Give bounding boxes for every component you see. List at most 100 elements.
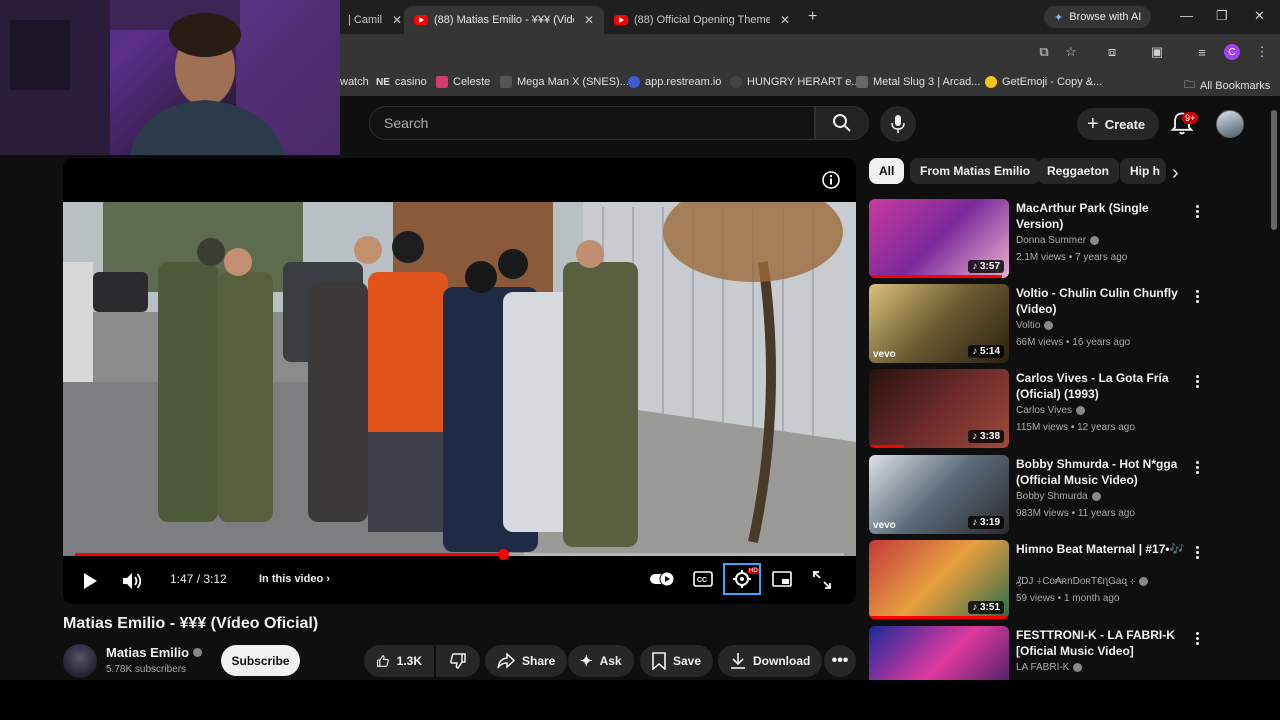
close-tab-icon[interactable]: ✕ bbox=[780, 13, 790, 27]
search-button[interactable] bbox=[815, 106, 869, 140]
recommendation-title[interactable]: Bobby Shmurda - Hot N*gga (Official Musi… bbox=[1016, 456, 1186, 488]
user-avatar[interactable] bbox=[1216, 110, 1244, 138]
bookmark-item[interactable]: app.restream.io bbox=[628, 76, 721, 88]
dislike-button[interactable] bbox=[436, 645, 480, 677]
browser-tab-active[interactable]: (88) Matias Emilio - ¥¥¥ (Video ✕ bbox=[404, 6, 604, 34]
browser-tab[interactable]: (88) Official Opening Theme So ✕ bbox=[604, 6, 800, 34]
recommendation-thumbnail[interactable]: ♪ 3:57 bbox=[869, 199, 1009, 278]
close-window-icon[interactable]: ✕ bbox=[1254, 8, 1265, 24]
chip-from-channel[interactable]: From Matias Emilio bbox=[910, 158, 1041, 184]
ask-button[interactable]: ✦ Ask bbox=[568, 645, 634, 677]
autoplay-toggle[interactable] bbox=[649, 571, 675, 587]
recommendation-title[interactable]: Voltio - Chulin Culin Chunfly (Video) bbox=[1016, 285, 1186, 317]
minimize-icon[interactable]: — bbox=[1180, 8, 1193, 23]
volume-button[interactable] bbox=[122, 571, 144, 591]
close-tab-icon[interactable]: ✕ bbox=[584, 13, 594, 27]
recommendation-thumbnail[interactable]: ♪ 3:51 bbox=[869, 540, 1009, 619]
maximize-icon[interactable]: ❐ bbox=[1216, 8, 1228, 24]
media-controls-icon[interactable]: ≡ bbox=[1194, 44, 1210, 60]
settings-button[interactable]: HD bbox=[723, 563, 761, 595]
bookmark-item[interactable]: Metal Slug 3 | Arcad... bbox=[856, 76, 980, 88]
recommendation-channel[interactable]: ₰DJ ⍭Co₳ʀnDᴏʀT€ɳGaɋ ⊹ bbox=[1016, 576, 1149, 587]
download-button[interactable]: Download bbox=[718, 645, 823, 677]
recommendation-thumbnail[interactable]: vevo ♪ 3:19 bbox=[869, 455, 1009, 534]
save-button[interactable]: Save bbox=[640, 645, 714, 677]
more-vertical-icon[interactable] bbox=[1190, 286, 1204, 306]
browse-with-ai-button[interactable]: ✦ Browse with AI bbox=[1044, 6, 1152, 28]
bookmark-label: Metal Slug 3 | Arcad... bbox=[873, 76, 981, 88]
bookmark-item[interactable]: Mega Man X (SNES)... bbox=[500, 76, 629, 88]
more-vertical-icon[interactable] bbox=[1190, 628, 1204, 648]
recommendation-channel[interactable]: Bobby Shmurda bbox=[1016, 491, 1101, 502]
subscribe-button[interactable]: Subscribe bbox=[221, 645, 300, 676]
video-player[interactable]: 1:47 / 3:12 In this video › CC HD bbox=[63, 158, 856, 604]
chevron-right-icon[interactable]: › bbox=[1172, 162, 1179, 185]
watched-progress-bar bbox=[869, 616, 1009, 619]
recommendation-thumbnail[interactable]: ♪ 3:38 bbox=[869, 369, 1009, 448]
recommendation-item[interactable]: vevo ♪ 5:14 Voltio - Chulin Culin Chunfly … bbox=[869, 284, 1209, 366]
chip-hip-hop[interactable]: Hip h bbox=[1120, 158, 1166, 184]
recommendation-title[interactable]: Carlos Vives - La Gota Fría (Oficial) (1… bbox=[1016, 370, 1186, 402]
search-input[interactable]: Search bbox=[369, 106, 815, 140]
chip-all[interactable]: All bbox=[869, 158, 905, 184]
more-vertical-icon[interactable] bbox=[1190, 201, 1204, 221]
like-button[interactable]: 1.3K bbox=[364, 645, 434, 677]
page-scrollbar[interactable] bbox=[1271, 110, 1277, 230]
install-app-icon[interactable]: ⧉ bbox=[1036, 44, 1052, 60]
recommendation-channel-label: ₰DJ ⍭Co₳ʀnDᴏʀT€ɳGaɋ ⊹ bbox=[1016, 576, 1136, 587]
recommendation-title[interactable]: FESTTRONI-K - LA FABRI-K [Oficial Music … bbox=[1016, 627, 1186, 659]
channel-name[interactable]: Matias Emilio bbox=[106, 645, 202, 660]
bookmark-item[interactable]: Celeste bbox=[436, 76, 490, 88]
bookmark-label: GetEmoji - Copy &... bbox=[1002, 76, 1103, 88]
recommendation-channel[interactable]: LA FABRI-K bbox=[1016, 662, 1083, 673]
recommendation-item[interactable]: vevo ♪ 3:19 Bobby Shmurda - Hot N*gga (Off… bbox=[869, 455, 1209, 537]
recommendation-channel[interactable]: Carlos Vives bbox=[1016, 405, 1085, 416]
recommendation-title[interactable]: MacArthur Park (Single Version) bbox=[1016, 200, 1186, 232]
duration-badge: ♪ 3:19 bbox=[968, 516, 1004, 529]
progress-bar[interactable] bbox=[75, 549, 844, 560]
close-tab-icon[interactable]: ✕ bbox=[392, 13, 402, 27]
more-actions-button[interactable]: ••• bbox=[824, 645, 856, 677]
captions-button[interactable]: CC bbox=[693, 571, 713, 587]
recommendation-item[interactable]: ♪ 3:38 Carlos Vives - La Gota Fría (Ofici… bbox=[869, 369, 1209, 451]
info-icon[interactable] bbox=[822, 171, 840, 189]
bookmark-item[interactable]: NE casino bbox=[376, 76, 427, 88]
all-bookmarks-button[interactable]: 🗀 All Bookmarks bbox=[1184, 76, 1270, 95]
channel-avatar[interactable] bbox=[63, 644, 97, 678]
in-this-video-button[interactable]: In this video › bbox=[259, 573, 330, 585]
browser-tab[interactable]: | Camil ✕ bbox=[338, 6, 404, 34]
bookmark-star-icon[interactable]: ☆ bbox=[1063, 44, 1079, 60]
extensions-icon[interactable]: ⧈ bbox=[1104, 44, 1120, 60]
save-label: Save bbox=[673, 654, 702, 668]
watched-progress-bar bbox=[869, 445, 904, 448]
music-note-icon: ♪ bbox=[972, 517, 980, 528]
chip-reggaeton[interactable]: Reggaeton bbox=[1037, 158, 1120, 184]
recommendation-item[interactable]: ♪ 3:57 MacArthur Park (Single Version) Don… bbox=[869, 199, 1209, 281]
browser-menu-icon[interactable]: ⋮ bbox=[1254, 44, 1270, 60]
create-button[interactable]: + Create bbox=[1077, 108, 1160, 140]
profile-avatar[interactable]: C bbox=[1224, 44, 1240, 60]
more-vertical-icon[interactable] bbox=[1190, 457, 1204, 477]
share-button[interactable]: Share bbox=[485, 645, 568, 677]
bookmark-item[interactable]: watch bbox=[340, 76, 369, 88]
play-button[interactable] bbox=[82, 572, 98, 590]
miniplayer-button[interactable] bbox=[772, 571, 792, 587]
bookmark-item[interactable]: HUNGRY HERART e... bbox=[730, 76, 861, 88]
new-tab-button[interactable]: + bbox=[808, 8, 817, 26]
video-frame[interactable] bbox=[63, 202, 856, 556]
more-vertical-icon[interactable] bbox=[1190, 542, 1204, 562]
recommendation-item[interactable]: ♪ 3:51 Himno Beat Maternal | #17•🎶 ₰DJ ⍭Co… bbox=[869, 540, 1209, 622]
split-view-icon[interactable]: ▣ bbox=[1149, 44, 1165, 60]
recommendation-channel[interactable]: Donna Summer bbox=[1016, 235, 1100, 246]
recommendation-title[interactable]: Himno Beat Maternal | #17•🎶 bbox=[1016, 541, 1186, 557]
progress-scrubber-handle[interactable] bbox=[498, 549, 510, 560]
music-note-icon: ♪ bbox=[972, 261, 980, 272]
recommendation-channel-label: Carlos Vives bbox=[1016, 405, 1072, 416]
hd-badge: HD bbox=[748, 568, 759, 574]
bookmark-item[interactable]: GetEmoji - Copy &... bbox=[985, 76, 1102, 88]
fullscreen-button[interactable] bbox=[813, 571, 831, 589]
recommendation-channel[interactable]: Voltio bbox=[1016, 320, 1054, 331]
more-vertical-icon[interactable] bbox=[1190, 371, 1204, 391]
voice-search-button[interactable] bbox=[880, 106, 916, 142]
recommendation-thumbnail[interactable]: vevo ♪ 5:14 bbox=[869, 284, 1009, 363]
